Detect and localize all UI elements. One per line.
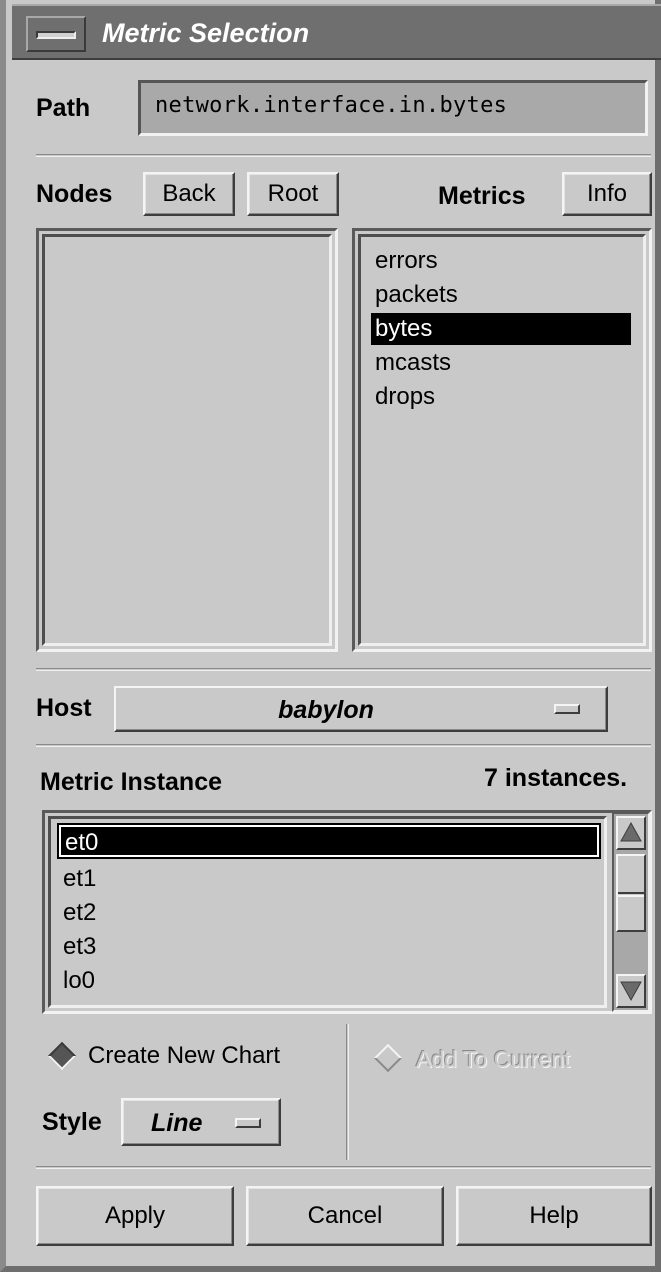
instance-list[interactable]: et0 et1 et2 et3 lo0	[48, 816, 607, 1008]
style-value: Line	[151, 1109, 203, 1137]
help-button[interactable]: Help	[456, 1186, 652, 1246]
metric-instance-label: Metric Instance	[40, 768, 223, 796]
nodes-list-frame	[36, 228, 338, 652]
metrics-list[interactable]: errors packets bytes mcasts drops	[358, 234, 646, 646]
instance-scrollbar[interactable]	[612, 812, 650, 1012]
instance-count: 7 instances.	[484, 764, 628, 792]
option-menu-indicator-icon	[235, 1118, 261, 1128]
style-option-menu[interactable]: Line	[121, 1098, 281, 1146]
host-label: Host	[36, 694, 92, 722]
window-title: Metric Selection	[102, 18, 310, 48]
scroll-thumb-grip	[618, 892, 644, 894]
style-label: Style	[42, 1108, 102, 1136]
separator	[36, 1166, 651, 1169]
metric-item-packets[interactable]: packets	[371, 279, 631, 311]
back-button[interactable]: Back	[143, 172, 235, 216]
info-button[interactable]: Info	[562, 172, 652, 216]
instance-item-lo0[interactable]: lo0	[59, 965, 599, 997]
path-label: Path	[36, 94, 91, 122]
nodes-label: Nodes	[36, 180, 113, 208]
metric-item-bytes[interactable]: bytes	[371, 313, 631, 345]
scroll-thumb-grip	[618, 895, 644, 897]
window-menu-button[interactable]	[26, 16, 86, 52]
scroll-down-arrow-icon[interactable]	[616, 974, 646, 1008]
root-button[interactable]: Root	[247, 172, 339, 216]
add-to-current-label[interactable]: Add To Current	[416, 1046, 570, 1073]
instance-item-et0[interactable]: et0	[57, 823, 601, 859]
instance-item-et1[interactable]: et1	[59, 863, 599, 895]
metric-item-drops[interactable]: drops	[371, 381, 631, 413]
instance-list-frame: et0 et1 et2 et3 lo0	[42, 810, 652, 1014]
metric-item-mcasts[interactable]: mcasts	[371, 347, 631, 379]
scroll-thumb[interactable]	[616, 854, 646, 932]
metric-selection-window: Metric Selection Path network.interface.…	[0, 0, 661, 1272]
instance-item-et2[interactable]: et2	[59, 897, 599, 929]
separator	[36, 744, 651, 747]
path-field[interactable]: network.interface.in.bytes	[138, 80, 648, 136]
apply-button[interactable]: Apply	[36, 1186, 234, 1246]
create-new-chart-radio[interactable]	[47, 1041, 77, 1071]
option-menu-indicator-icon	[554, 704, 580, 714]
scroll-up-arrow-icon[interactable]	[616, 816, 646, 850]
separator	[36, 668, 651, 671]
window-menu-icon	[36, 31, 76, 39]
host-value: babylon	[278, 696, 374, 724]
metrics-list-frame: errors packets bytes mcasts drops	[352, 228, 652, 652]
cancel-button[interactable]: Cancel	[246, 1186, 444, 1246]
title-bar[interactable]: Metric Selection	[12, 4, 661, 60]
metrics-label: Metrics	[438, 182, 526, 210]
add-to-current-radio[interactable]	[373, 1043, 403, 1073]
nodes-list[interactable]	[42, 234, 332, 646]
metric-item-errors[interactable]: errors	[371, 245, 631, 277]
host-option-menu[interactable]: babylon	[114, 686, 608, 732]
instance-item-et3[interactable]: et3	[59, 931, 599, 963]
vertical-separator	[346, 1024, 349, 1160]
separator	[36, 154, 651, 157]
create-new-chart-label[interactable]: Create New Chart	[88, 1042, 280, 1070]
